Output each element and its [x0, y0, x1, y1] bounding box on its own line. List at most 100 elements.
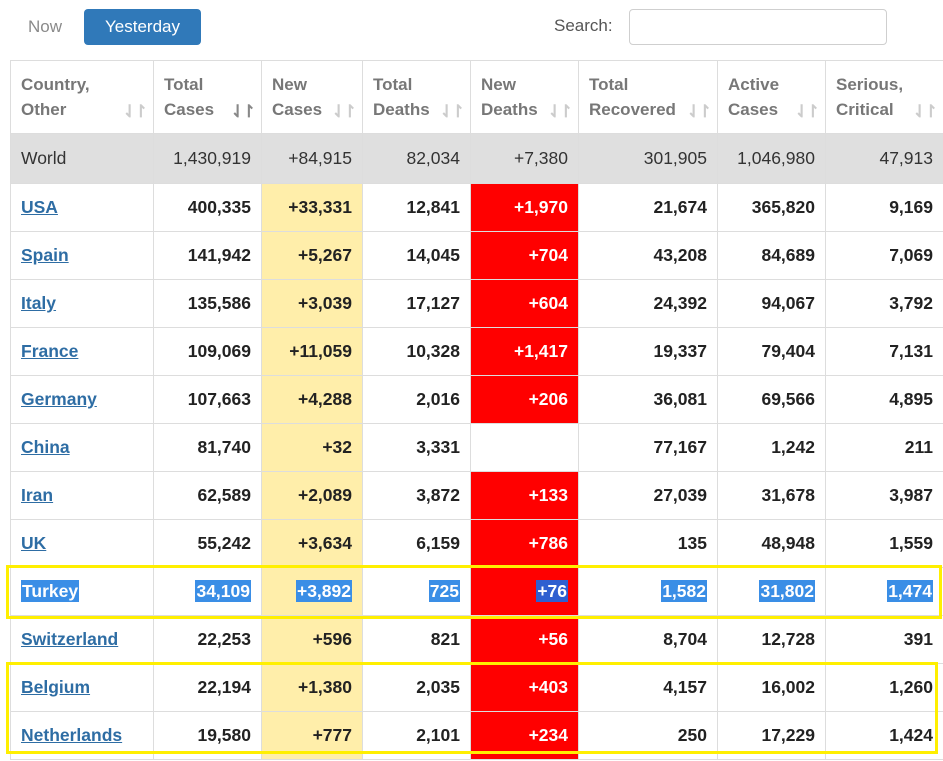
- column-header-active-cases[interactable]: Active Cases ⇃↾: [717, 60, 826, 134]
- new-cases-cell: +4,288: [261, 375, 363, 424]
- total-deaths-cell: 14,045: [362, 231, 471, 280]
- country-cell[interactable]: Spain: [10, 231, 154, 280]
- country-cell[interactable]: Netherlands: [10, 711, 154, 760]
- country-cell[interactable]: Belgium: [10, 663, 154, 712]
- total-recovered-cell: 27,039: [578, 471, 718, 520]
- cell-value: 24,392: [653, 293, 707, 313]
- country-link[interactable]: USA: [21, 197, 58, 217]
- sort-icon[interactable]: ⇃↾: [231, 99, 256, 124]
- country-link[interactable]: UK: [21, 533, 46, 553]
- country-link[interactable]: Turkey: [21, 580, 80, 602]
- sort-icon[interactable]: ⇃↾: [795, 99, 820, 124]
- new-cases-cell: +2,089: [261, 471, 363, 520]
- country-link[interactable]: Switzerland: [21, 629, 118, 649]
- cell-value: 1,046,980: [737, 148, 815, 168]
- header-label-line2: Cases: [728, 100, 779, 119]
- country-cell[interactable]: USA: [10, 183, 154, 232]
- column-header-total-cases[interactable]: Total Cases ⇃↾: [153, 60, 262, 134]
- cell-value: 17,229: [761, 725, 815, 745]
- table-row: Turkey 34,109 +3,892 725 +76 1,582 31,802 1,474: [10, 567, 943, 616]
- country-link[interactable]: France: [21, 341, 78, 361]
- country-cell[interactable]: France: [10, 327, 154, 376]
- total-deaths-cell: 82,034: [362, 133, 471, 184]
- cell-value: 4,157: [663, 677, 707, 697]
- cell-value: +32: [322, 437, 352, 457]
- header-label-line1: New: [481, 75, 516, 94]
- country-cell[interactable]: China: [10, 423, 154, 472]
- active-cases-cell: 79,404: [717, 327, 826, 376]
- cell-value: 55,242: [197, 533, 251, 553]
- cell-value: 7,131: [889, 341, 933, 361]
- sort-icon[interactable]: ⇃↾: [440, 99, 465, 124]
- cell-value: 1,430,919: [173, 148, 251, 168]
- cell-value: +3,634: [297, 533, 352, 553]
- column-header-country[interactable]: Country, Other ⇃↾: [10, 60, 154, 134]
- header-label-line2: Deaths: [373, 100, 430, 119]
- yesterday-button[interactable]: Yesterday: [84, 9, 201, 45]
- cell-value: +11,059: [289, 341, 352, 361]
- cell-value: 36,081: [653, 389, 707, 409]
- total-cases-cell: 55,242: [153, 519, 262, 568]
- header-label-line1: New: [272, 75, 307, 94]
- cell-value: +7,380: [513, 148, 568, 168]
- column-header-total-recovered[interactable]: Total Recovered ⇃↾: [578, 60, 718, 134]
- cell-value: 1,260: [889, 677, 933, 697]
- cell-value: +133: [528, 485, 568, 505]
- country-cell[interactable]: Switzerland: [10, 615, 154, 664]
- table-row: Spain 141,942 +5,267 14,045 +704 43,208 84,689…: [10, 231, 943, 280]
- country-link[interactable]: Iran: [21, 485, 53, 505]
- cell-value: +2,089: [297, 485, 352, 505]
- new-deaths-cell: [470, 423, 579, 472]
- cell-value: +403: [528, 677, 568, 697]
- column-header-new-deaths[interactable]: New Deaths ⇃↾: [470, 60, 579, 134]
- total-cases-cell: 1,430,919: [153, 133, 262, 184]
- cell-value: 1,474: [887, 580, 933, 602]
- cell-value: 84,689: [761, 245, 815, 265]
- cell-value: 81,740: [197, 437, 251, 457]
- cell-value: 250: [677, 725, 707, 745]
- country-cell[interactable]: Italy: [10, 279, 154, 328]
- now-button[interactable]: Now: [10, 9, 80, 45]
- sort-icon[interactable]: ⇃↾: [332, 99, 357, 124]
- cell-value: 365,820: [751, 197, 815, 217]
- total-recovered-cell: 1,582: [578, 567, 718, 616]
- total-recovered-cell: 24,392: [578, 279, 718, 328]
- cell-value: 94,067: [761, 293, 815, 313]
- sort-icon[interactable]: ⇃↾: [123, 99, 148, 124]
- cell-value: 34,109: [195, 580, 251, 602]
- total-deaths-cell: 3,331: [362, 423, 471, 472]
- column-header-new-cases[interactable]: New Cases ⇃↾: [261, 60, 363, 134]
- country-link[interactable]: Germany: [21, 389, 97, 409]
- total-deaths-cell: 10,328: [362, 327, 471, 376]
- total-deaths-cell: 17,127: [362, 279, 471, 328]
- sort-icon[interactable]: ⇃↾: [913, 99, 938, 124]
- country-cell[interactable]: Turkey: [10, 567, 154, 616]
- country-cell[interactable]: Germany: [10, 375, 154, 424]
- serious-critical-cell: 7,069: [825, 231, 943, 280]
- country-link[interactable]: Spain: [21, 245, 69, 265]
- new-deaths-cell: +7,380: [470, 133, 579, 184]
- sort-icon[interactable]: ⇃↾: [687, 99, 712, 124]
- cell-value: +1,970: [513, 197, 568, 217]
- country-link[interactable]: Netherlands: [21, 725, 122, 745]
- cell-value: 47,913: [879, 148, 933, 168]
- country-link[interactable]: Italy: [21, 293, 56, 313]
- country-cell[interactable]: UK: [10, 519, 154, 568]
- country-link[interactable]: Belgium: [21, 677, 90, 697]
- country-link[interactable]: China: [21, 437, 70, 457]
- cell-value: +76: [536, 580, 568, 602]
- cell-value: 43,208: [653, 245, 707, 265]
- country-cell[interactable]: Iran: [10, 471, 154, 520]
- new-cases-cell: +11,059: [261, 327, 363, 376]
- total-deaths-cell: 2,101: [362, 711, 471, 760]
- search-input[interactable]: [629, 9, 887, 45]
- sort-icon[interactable]: ⇃↾: [548, 99, 573, 124]
- cell-value: 27,039: [653, 485, 707, 505]
- column-header-total-deaths[interactable]: Total Deaths ⇃↾: [362, 60, 471, 134]
- new-cases-cell: +33,331: [261, 183, 363, 232]
- cell-value: 109,069: [187, 341, 251, 361]
- new-cases-cell: +1,380: [261, 663, 363, 712]
- serious-critical-cell: 1,559: [825, 519, 943, 568]
- column-header-serious-critical[interactable]: Serious, Critical ⇃↾: [825, 60, 943, 134]
- cell-value: 8,704: [663, 629, 707, 649]
